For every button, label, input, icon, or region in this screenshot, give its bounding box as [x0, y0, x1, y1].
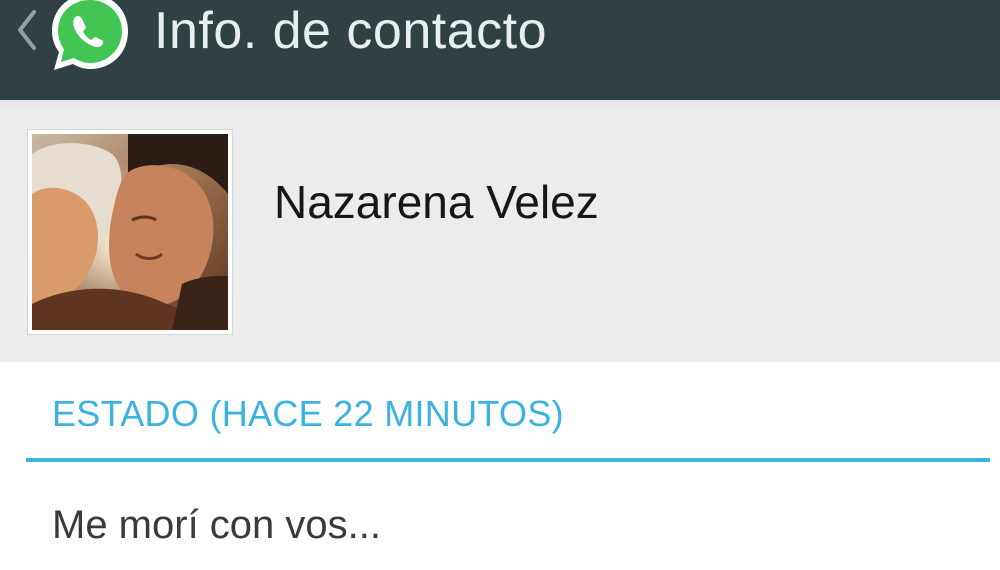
contact-profile: Nazarena Velez — [0, 100, 1000, 362]
status-header: ESTADO (HACE 22 MINUTOS) — [52, 393, 564, 434]
status-text[interactable]: Me morí con vos... — [52, 498, 381, 552]
contact-name: Nazarena Velez — [274, 176, 599, 228]
page-title: Info. de contacto — [154, 2, 547, 60]
status-divider — [26, 458, 990, 462]
avatar[interactable] — [28, 130, 232, 334]
contact-photo — [32, 134, 228, 330]
action-bar: Info. de contacto — [0, 0, 1000, 100]
chevron-left-icon[interactable] — [8, 4, 48, 54]
status-section: ESTADO (HACE 22 MINUTOS) Me morí con vos… — [0, 362, 1000, 570]
whatsapp-logo-icon[interactable] — [44, 0, 136, 78]
